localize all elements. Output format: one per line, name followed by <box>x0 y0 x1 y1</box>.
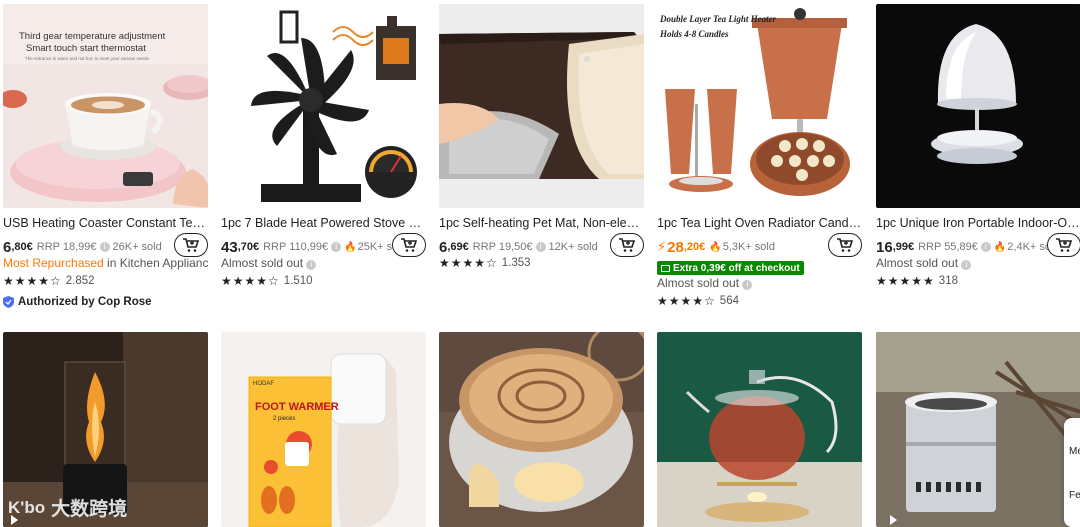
cart-icon <box>619 238 636 252</box>
rating-count: 1.510 <box>283 275 313 287</box>
rating: ★★★★☆ 564 <box>657 294 739 308</box>
stock-status: Almost sold out i <box>876 256 1080 270</box>
product-title[interactable]: 1pc 7 Blade Heat Powered Stove Fan <box>221 216 426 230</box>
repurchase-label: Most Repurchased in Kitchen Appliances <box>3 256 208 270</box>
cart-icon <box>183 238 200 252</box>
info-icon[interactable]: i <box>99 242 110 252</box>
add-to-cart-button[interactable] <box>828 233 862 257</box>
product-title[interactable]: 1pc Self-heating Pet Mat, Non-electric <box>439 216 644 230</box>
watermark-logo-icon: K'bo <box>8 497 46 517</box>
cart-icon <box>837 238 854 252</box>
image-caption-2: Smart touch start thermostat <box>26 43 146 54</box>
rating-count: 318 <box>938 275 958 287</box>
product-image-glass-teapot[interactable] <box>657 332 862 527</box>
coupon-icon <box>661 264 670 272</box>
product-image-foot-warmer[interactable]: HODAF FOOT WARMER 2 pieces <box>221 332 426 527</box>
foot-warmer-title: FOOT WARMER <box>255 401 339 413</box>
product-title[interactable]: 1pc Tea Light Oven Radiator Candle Heate… <box>657 216 862 230</box>
info-icon[interactable]: i <box>306 260 317 270</box>
price-integer: 43 <box>221 238 238 256</box>
price-integer: 28 <box>667 238 684 256</box>
play-icon[interactable] <box>890 515 897 525</box>
extra-discount-badge: Extra 0,39€ off at checkout <box>657 261 804 275</box>
image-caption-3: The entrance is warm and not hot, to mee… <box>25 56 149 61</box>
sold-count: 5,3K+ sold <box>722 241 775 253</box>
side-panel-item-2[interactable]: Fe <box>1069 490 1080 501</box>
floating-side-panel[interactable]: Me Fe <box>1064 418 1080 527</box>
watermark: K'bo 大数跨境 <box>8 494 127 521</box>
rrp-price: RRP 55,89€ <box>918 241 978 253</box>
stock-status: Almost sold out i <box>657 276 862 290</box>
rating: ★★★★★ 318 <box>876 274 958 288</box>
price-decimal: ,69€ <box>447 241 469 253</box>
fire-icon: 🔥 <box>993 241 1007 253</box>
authorized-text: Authorized by Cop Rose <box>18 296 152 308</box>
price-integer: 6 <box>3 238 12 256</box>
rrp-price: RRP 18,99€ <box>36 241 97 253</box>
side-panel-item-1[interactable]: Me <box>1069 446 1080 457</box>
star-rating-icon: ★★★★☆ <box>221 274 280 288</box>
add-to-cart-button[interactable] <box>610 233 644 257</box>
product-image-pet-mat[interactable] <box>439 4 644 208</box>
verified-shield-icon <box>3 296 14 308</box>
product-image-iron-heater[interactable] <box>876 4 1080 208</box>
fire-icon: 🔥 <box>344 241 357 253</box>
product-image-ceramic-warmer[interactable] <box>439 332 644 527</box>
brand-label: HODAF <box>253 381 274 387</box>
rating: ★★★★☆ 1.353 <box>439 256 531 270</box>
image-caption-1: Double Layer Tea Light Heater <box>660 14 777 24</box>
info-icon[interactable]: i <box>980 242 991 252</box>
price-decimal: ,80€ <box>11 241 33 253</box>
sold-count: 12K+ sold <box>548 241 598 253</box>
rating-count: 2.852 <box>65 275 95 287</box>
rating: ★★★★☆ 1.510 <box>221 274 313 288</box>
star-rating-icon: ★★★★☆ <box>657 294 716 308</box>
info-icon[interactable]: i <box>961 260 972 270</box>
rating-count: 1.353 <box>501 257 531 269</box>
product-title[interactable]: 1pc Unique Iron Portable Indoor-Outdoor <box>876 216 1080 230</box>
price-integer: 6 <box>439 238 448 256</box>
image-caption-2: Holds 4-8 Candles <box>660 29 729 39</box>
price-decimal: ,20€ <box>683 241 706 253</box>
image-caption-1: Third gear temperature adjustment <box>19 31 166 42</box>
fire-icon: 🔥 <box>709 241 722 253</box>
product-image-tea-light-heater[interactable]: Double Layer Tea Light Heater Holds 4-8 … <box>657 4 862 208</box>
cart-icon <box>401 238 418 252</box>
stock-status: Almost sold out i <box>221 256 426 270</box>
cart-icon <box>1056 238 1073 252</box>
product-image-stove-fan[interactable] <box>221 4 426 208</box>
star-rating-icon: ★★★★★ <box>876 274 935 288</box>
rating: ★★★★☆ 2.852 <box>3 274 95 288</box>
add-to-cart-button[interactable] <box>174 233 208 257</box>
authorized-badge: Authorized by Cop Rose <box>3 296 152 308</box>
foot-warmer-sub: 2 pieces <box>273 416 296 422</box>
star-rating-icon: ★★★★☆ <box>439 256 498 270</box>
add-to-cart-button[interactable] <box>1047 233 1080 257</box>
info-icon[interactable]: i <box>535 242 546 252</box>
price-integer: 16 <box>876 238 893 256</box>
info-icon[interactable]: i <box>331 242 342 252</box>
rrp-price: RRP 19,50€ <box>472 241 533 253</box>
product-title[interactable]: USB Heating Coaster Constant Temperature <box>3 216 208 230</box>
lightning-icon: ⚡ <box>657 239 667 254</box>
info-icon[interactable]: i <box>742 280 753 290</box>
sold-count: 26K+ sold <box>112 241 162 253</box>
price-decimal: ,70€ <box>237 241 260 253</box>
add-to-cart-button[interactable] <box>392 233 426 257</box>
product-image-usb-coaster[interactable]: Third gear temperature adjustment Smart … <box>3 4 208 208</box>
rrp-price: RRP 110,99€ <box>263 241 329 253</box>
star-rating-icon: ★★★★☆ <box>3 274 62 288</box>
watermark-text: 大数跨境 <box>51 499 128 520</box>
price-decimal: ,99€ <box>892 241 915 253</box>
rating-count: 564 <box>719 295 739 307</box>
product-image-camping-stove[interactable] <box>876 332 1080 527</box>
